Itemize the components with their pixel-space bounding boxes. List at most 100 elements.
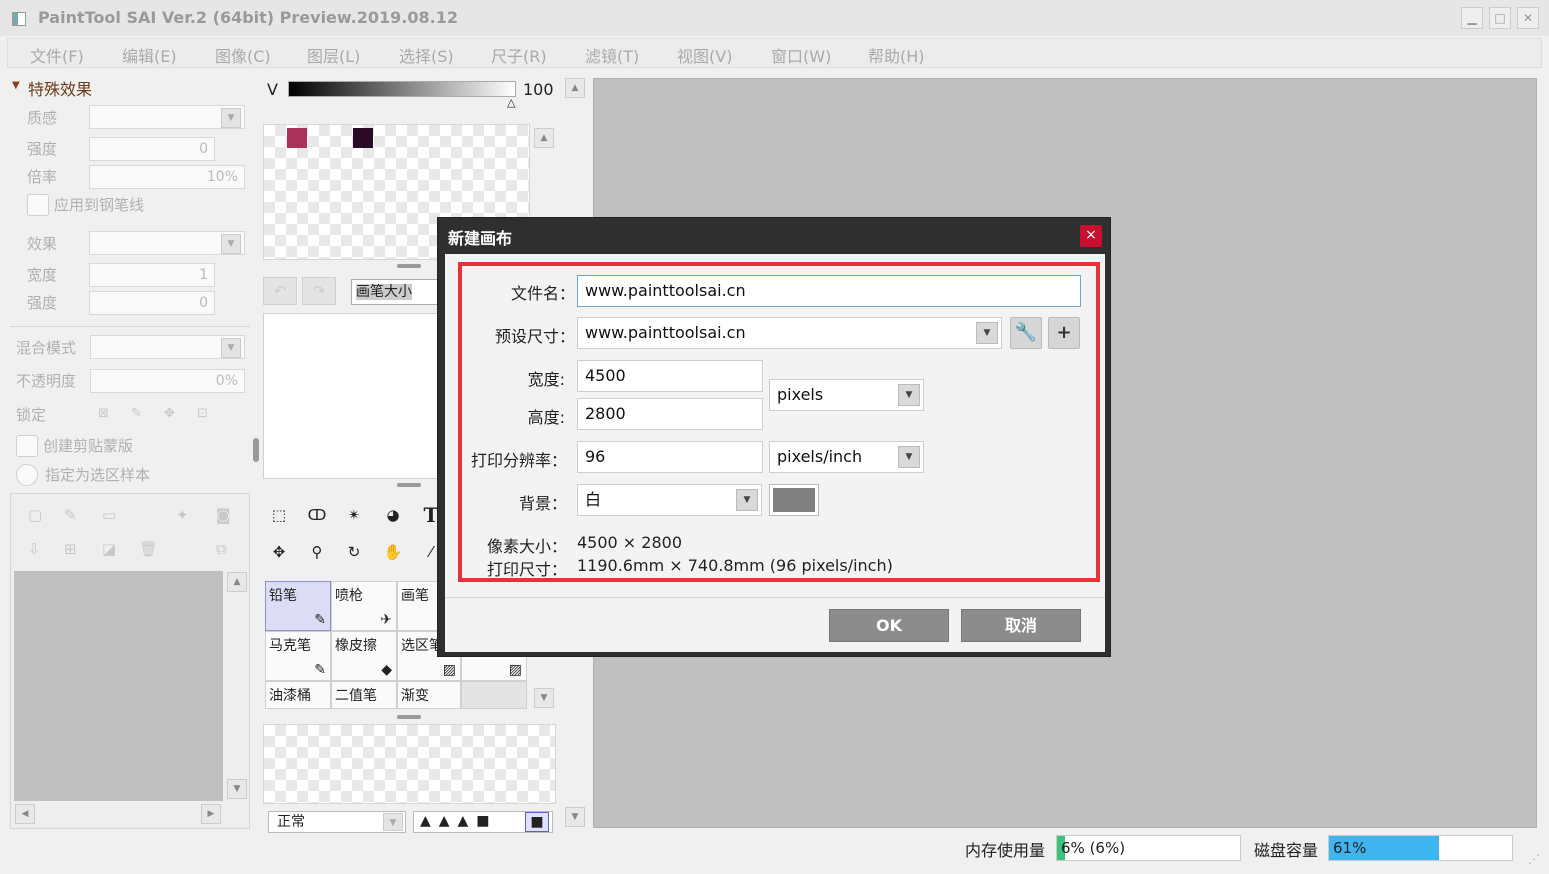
scroll-up-button[interactable]: ▲ <box>534 128 554 148</box>
scroll-down-button[interactable]: ▼ <box>227 779 247 799</box>
wrench-button[interactable]: 🔧 <box>1010 317 1042 349</box>
tool-bucket[interactable]: 油漆桶 <box>265 681 331 709</box>
lock-transparency-icon[interactable]: ⊠ <box>98 406 109 421</box>
tool-gradient[interactable]: 渐变 <box>397 681 461 709</box>
swatch-dark-purple[interactable] <box>353 128 373 148</box>
rect-select-icon[interactable]: ⬚ <box>264 500 294 530</box>
panel-splitter[interactable] <box>397 483 421 487</box>
width-input[interactable]: 1 <box>89 263 215 287</box>
move-icon[interactable]: ✥ <box>264 537 294 567</box>
chevron-down-icon: ▼ <box>898 384 920 406</box>
menu-ruler[interactable]: 尺子(R) <box>491 43 547 67</box>
apply-pen-checkbox[interactable] <box>27 194 49 216</box>
memory-bar: 6% (6%) <box>1056 835 1241 861</box>
scroll-up-button[interactable]: ▲ <box>227 572 247 592</box>
redo-button[interactable]: ↷ <box>302 277 336 305</box>
new-folder-icon[interactable]: ▭ <box>102 506 116 524</box>
lock-paint-icon[interactable]: ✎ <box>131 406 142 421</box>
magic-wand-icon[interactable]: ✴ <box>339 500 369 530</box>
menu-view[interactable]: 视图(V) <box>677 43 732 67</box>
memory-label: 内存使用量 <box>965 841 1046 860</box>
unit-select[interactable]: pixels ▼ <box>769 379 924 411</box>
tool-eraser[interactable]: 橡皮擦 ◆ <box>331 631 397 681</box>
layer-list[interactable] <box>14 571 223 801</box>
dialog-close-button[interactable]: × <box>1080 225 1102 247</box>
menu-image[interactable]: 图像(C) <box>215 43 271 67</box>
tool-airbrush[interactable]: 喷枪 ✈ <box>331 581 397 631</box>
opacity-input[interactable]: 0% <box>90 369 245 393</box>
tool-marker[interactable]: 马克笔 ✎ <box>265 631 331 681</box>
new-layer-icon[interactable]: ▢ <box>28 506 42 524</box>
dpi-unit-select[interactable]: pixels/inch ▼ <box>769 441 924 473</box>
swatch-magenta[interactable] <box>287 128 307 148</box>
clear-layer-icon[interactable]: ◪ <box>102 540 116 558</box>
panel-splitter[interactable] <box>253 438 259 462</box>
hand-icon[interactable]: ✋ <box>378 537 408 567</box>
height-input[interactable]: 2800 <box>577 398 763 430</box>
undo-button[interactable]: ↶ <box>263 277 297 305</box>
rotate-icon[interactable]: ↻ <box>339 537 369 567</box>
merge-down-icon[interactable]: ⇩ <box>28 540 41 558</box>
navigator-preview[interactable] <box>263 313 443 479</box>
clip-checkbox[interactable] <box>16 435 38 457</box>
scale-input[interactable]: 10% <box>89 165 245 189</box>
new-linework-layer-icon[interactable]: ✎ <box>64 506 77 524</box>
pixel-size-value: 4500 × 2800 <box>577 533 683 552</box>
lasso-icon[interactable]: ↀ <box>302 500 332 530</box>
chevron-down-icon[interactable]: ▼ <box>221 338 241 358</box>
maximize-button[interactable]: □ <box>1489 7 1511 29</box>
panel-splitter[interactable] <box>397 264 421 268</box>
memory-value: 6% (6%) <box>1061 839 1126 857</box>
chevron-down-icon[interactable]: ▼ <box>383 813 403 831</box>
shape-icon[interactable]: ◕ <box>378 500 408 530</box>
scroll-down-button[interactable]: ▼ <box>534 688 554 708</box>
minimize-button[interactable]: ▁ <box>1461 7 1483 29</box>
strength-input[interactable]: 0 <box>89 137 215 161</box>
slider-handle-icon[interactable]: △ <box>507 96 515 109</box>
scroll-down-button[interactable]: ▼ <box>565 807 585 827</box>
menu-edit[interactable]: 编辑(E) <box>122 43 177 67</box>
menu-help[interactable]: 帮助(H) <box>868 43 925 67</box>
lock-move-icon[interactable]: ✥ <box>164 406 175 421</box>
chevron-down-icon[interactable]: ▼ <box>221 234 241 254</box>
tool-label: 橡皮擦 <box>335 638 377 654</box>
brush-size-dropdown[interactable]: 画笔大小 <box>351 279 441 305</box>
menu-file[interactable]: 文件(F) <box>30 43 84 67</box>
width-input[interactable]: 4500 <box>577 360 763 392</box>
strength2-input[interactable]: 0 <box>89 291 215 315</box>
menu-window[interactable]: 窗口(W) <box>771 43 831 67</box>
zoom-icon[interactable]: ⚲ <box>302 537 332 567</box>
ok-button[interactable]: OK <box>829 609 949 642</box>
new-canvas-dialog: 新建画布 × 文件名： www.painttoolsai.cn 预设尺寸： ww… <box>437 217 1111 657</box>
lock-all-icon[interactable]: ⊡ <box>197 406 208 421</box>
scroll-right-button[interactable]: ▶ <box>201 804 221 824</box>
scroll-left-button[interactable]: ◀ <box>15 804 35 824</box>
duplicate-layer-icon[interactable]: ⊞ <box>64 540 77 558</box>
background-color-swatch[interactable] <box>769 484 819 516</box>
preset-select[interactable]: www.painttoolsai.cn ▼ <box>577 317 1002 349</box>
chevron-down-icon[interactable]: ▼ <box>221 108 241 128</box>
close-window-button[interactable]: ✕ <box>1517 7 1539 29</box>
trash-icon[interactable]: 🗑 <box>139 540 158 558</box>
mask-layer-icon[interactable]: ◙ <box>216 506 231 524</box>
menu-filter[interactable]: 滤镜(T) <box>585 43 639 67</box>
tool-binary-pen[interactable]: 二值笔 <box>331 681 397 709</box>
filename-input[interactable]: www.painttoolsai.cn <box>577 275 1081 307</box>
layer-properties-icon[interactable]: ⧉ <box>216 540 227 558</box>
background-select[interactable]: 白 ▼ <box>577 484 762 516</box>
brush-shape-square-icon[interactable]: ■ <box>525 812 549 832</box>
resize-grip-icon[interactable]: ⋰ <box>1528 852 1540 866</box>
dpi-input[interactable]: 96 <box>577 441 763 473</box>
effect-layer-icon[interactable]: ✦ <box>176 506 189 524</box>
panel-splitter[interactable] <box>397 715 421 719</box>
tool-pencil[interactable]: 铅笔 ✎ <box>265 581 331 631</box>
cancel-button[interactable]: 取消 <box>961 609 1081 642</box>
add-preset-button[interactable]: + <box>1048 317 1080 349</box>
pencil-icon: ✎ <box>314 612 326 628</box>
collapse-triangle-icon[interactable]: ▼ <box>12 80 20 91</box>
value-slider[interactable] <box>288 81 516 97</box>
selection-source-radio[interactable] <box>16 464 38 486</box>
menu-select[interactable]: 选择(S) <box>399 43 454 67</box>
menu-layer[interactable]: 图层(L) <box>307 43 360 67</box>
scroll-up-button[interactable]: ▲ <box>565 78 585 98</box>
